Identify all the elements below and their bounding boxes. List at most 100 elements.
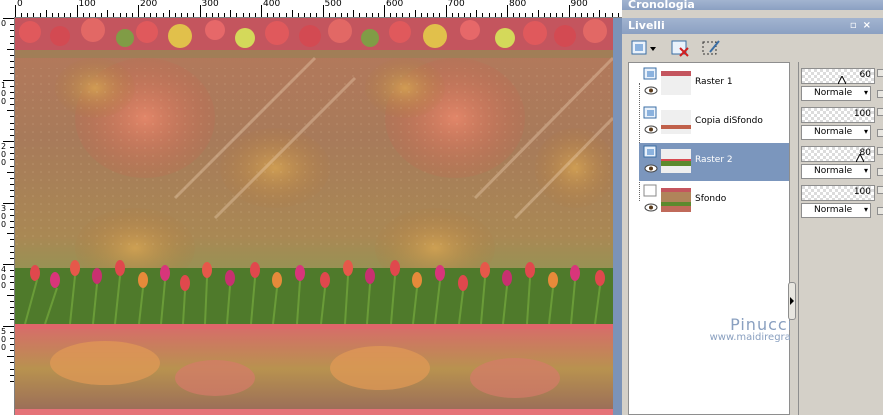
- ruler-minor-tick: [476, 10, 478, 17]
- collapse-properties-button[interactable]: [788, 282, 796, 320]
- opacity-slider[interactable]: 60: [801, 68, 875, 84]
- ruler-minor-tick: [10, 362, 14, 364]
- ruler-minor-tick: [119, 13, 121, 17]
- ruler-minor-tick: [408, 13, 410, 17]
- layer-visibility-toggle-icon[interactable]: [643, 184, 659, 200]
- layers-panel-title[interactable]: Livelli ▫×: [622, 18, 883, 34]
- blend-mode-select[interactable]: Normale ▾: [801, 203, 871, 218]
- layer-visibility-toggle-icon[interactable]: [643, 106, 659, 122]
- slider-triangle-icon[interactable]: [838, 76, 846, 84]
- ruler-label: 700: [447, 0, 465, 9]
- link-button[interactable]: [877, 168, 883, 176]
- ruler-minor-tick: [7, 171, 14, 173]
- opacity-value: 100: [853, 187, 871, 197]
- ruler-minor-tick: [150, 13, 152, 17]
- ruler-minor-tick: [402, 13, 404, 17]
- layer-props-sfondo: 100 Normale ▾: [801, 183, 883, 219]
- layer-thumbnail: [661, 149, 691, 173]
- image-canvas[interactable]: [15, 18, 613, 415]
- blend-mode-select[interactable]: Normale ▾: [801, 125, 871, 140]
- ruler-major-tick: [568, 5, 570, 17]
- layer-thumbnail: [661, 71, 691, 95]
- ruler-minor-tick: [10, 159, 14, 161]
- link-button[interactable]: [877, 129, 883, 137]
- blend-mode-value: Normale: [814, 88, 853, 98]
- layer-props-raster-1: 60 Normale ▾: [801, 66, 883, 102]
- ruler-minor-tick: [10, 134, 14, 136]
- opacity-slider[interactable]: 100: [801, 107, 875, 123]
- ruler-minor-tick: [10, 54, 14, 56]
- ruler-minor-tick: [586, 13, 588, 17]
- panel-title-buttons[interactable]: ▫×: [850, 18, 877, 34]
- ruler-label: 400: [263, 0, 281, 9]
- ruler-minor-tick: [10, 380, 14, 382]
- lock-transparency-button[interactable]: [877, 108, 883, 116]
- layers-title-text: Livelli: [628, 19, 665, 32]
- ruler-minor-tick: [531, 13, 533, 17]
- layer-thumbnail: [661, 110, 691, 134]
- layer-visibility-toggle-icon[interactable]: [643, 67, 659, 83]
- ruler-minor-tick: [10, 251, 14, 253]
- chevron-down-icon: ▾: [863, 166, 868, 175]
- lock-transparency-button[interactable]: [877, 69, 883, 77]
- delete-layer-button[interactable]: [670, 38, 692, 58]
- layer-row-raster-2[interactable]: Raster 2: [639, 143, 789, 181]
- blend-mode-value: Normale: [814, 205, 853, 215]
- link-button[interactable]: [877, 90, 883, 98]
- eye-icon[interactable]: [644, 86, 658, 95]
- ruler-minor-tick: [10, 36, 14, 38]
- lock-transparency-button[interactable]: [877, 147, 883, 155]
- opacity-slider[interactable]: 80: [801, 146, 875, 162]
- ruler-minor-tick: [10, 85, 14, 87]
- layer-row-raster-1[interactable]: Raster 1: [639, 65, 789, 103]
- ruler-minor-tick: [439, 13, 441, 17]
- ruler-minor-tick: [396, 13, 398, 17]
- layer-name: Raster 1: [695, 77, 733, 87]
- ruler-minor-tick: [10, 270, 14, 272]
- ruler-minor-tick: [10, 147, 14, 149]
- layer-visibility-toggle-icon[interactable]: [643, 145, 659, 161]
- ruler-major-tick: [507, 5, 508, 17]
- panel-splitter[interactable]: [790, 62, 798, 415]
- ruler-minor-tick: [500, 13, 502, 17]
- ruler-label: 800: [509, 0, 527, 9]
- ruler-minor-tick: [193, 13, 195, 17]
- eye-icon[interactable]: [644, 125, 658, 134]
- ruler-minor-tick: [617, 13, 619, 17]
- layer-row-copia-di-sfondo[interactable]: Copia diSfondo: [639, 104, 789, 142]
- layer-row-sfondo[interactable]: Sfondo: [639, 182, 789, 220]
- ruler-minor-tick: [599, 10, 601, 17]
- edit-selection-button[interactable]: [700, 38, 722, 58]
- ruler-minor-tick: [217, 13, 219, 17]
- opacity-slider[interactable]: 100: [801, 185, 875, 201]
- ruler-label: 100: [1, 80, 7, 106]
- lock-transparency-button[interactable]: [877, 186, 883, 194]
- blend-mode-value: Normale: [814, 166, 853, 176]
- ruler-minor-tick: [205, 13, 207, 17]
- ruler-minor-tick: [224, 13, 226, 17]
- ruler-minor-tick: [187, 13, 189, 17]
- slider-triangle-icon[interactable]: [856, 154, 864, 162]
- ruler-minor-tick: [88, 13, 90, 17]
- ruler-minor-tick: [593, 13, 595, 17]
- ruler-minor-tick: [10, 227, 14, 229]
- ruler-minor-tick: [10, 343, 14, 345]
- ruler-minor-tick: [267, 13, 269, 17]
- image-canvas-area[interactable]: 0 100 200 300 400 500 600 700 800 900 0 100 200 300 4…: [0, 0, 622, 415]
- ruler-major-tick: [199, 5, 201, 17]
- history-panel-title[interactable]: Cronologia: [622, 0, 883, 10]
- new-layer-button[interactable]: [630, 38, 658, 58]
- ruler-minor-tick: [10, 374, 14, 376]
- ruler-minor-tick: [371, 13, 373, 17]
- eye-icon[interactable]: [644, 164, 658, 173]
- link-button[interactable]: [877, 207, 883, 215]
- eye-icon[interactable]: [644, 203, 658, 212]
- ruler-minor-tick: [94, 13, 96, 17]
- blend-mode-select[interactable]: Normale ▾: [801, 86, 871, 101]
- delete-layer-icon: [671, 40, 689, 57]
- blend-mode-select[interactable]: Normale ▾: [801, 164, 871, 179]
- ruler-minor-tick: [488, 13, 490, 17]
- layer-name: Copia diSfondo: [695, 116, 763, 126]
- ruler-label: 500: [1, 326, 7, 352]
- ruler-minor-tick: [144, 13, 146, 17]
